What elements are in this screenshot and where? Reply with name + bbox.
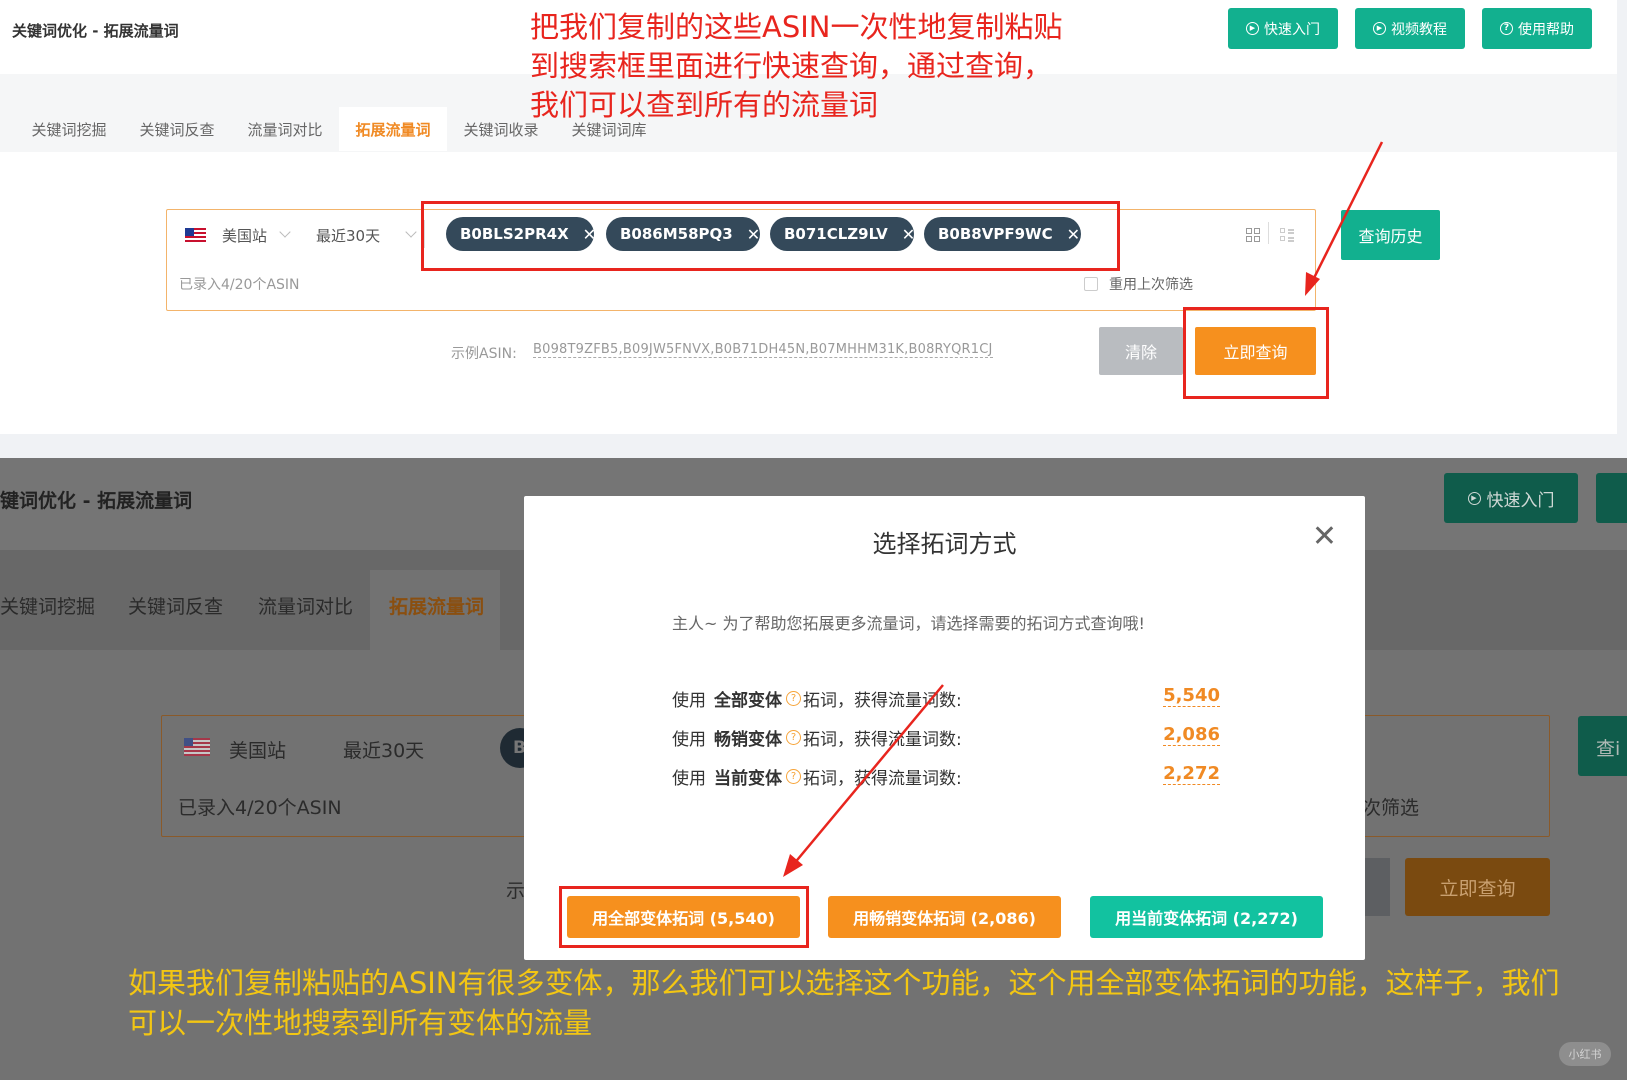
arrow-to-all-variants-button [792, 684, 944, 866]
arrowhead [1305, 272, 1320, 296]
arrow-to-query-button [1310, 141, 1384, 283]
annotation-arrows [783, 141, 1384, 877]
